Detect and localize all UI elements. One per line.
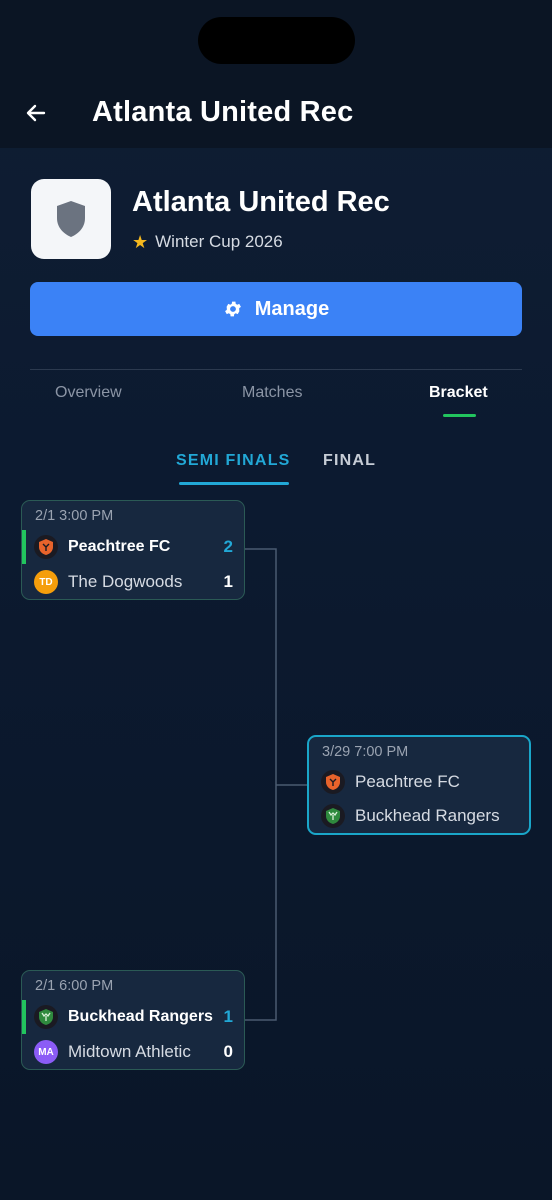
team-avatar-dogwoods: TD [34,570,58,594]
team-row-away: TD The Dogwoods 1 [22,569,244,595]
team-name-away: The Dogwoods [68,572,183,591]
winner-indicator [22,1000,26,1034]
match-card-final[interactable]: 3/29 7:00 PM Peachtree FC Buckhead Range… [307,735,531,835]
buckhead-crest-icon [34,1005,58,1029]
team-name-away: Midtown Athletic [68,1042,191,1061]
match-time: 3/29 7:00 PM [322,744,409,760]
score-away: 1 [223,572,233,591]
team-name-home: Buckhead Rangers [68,1008,213,1025]
match-time: 2/1 6:00 PM [35,978,114,994]
score-away: 0 [223,1042,233,1061]
team-row-away: MA Midtown Athletic 0 [22,1039,244,1065]
team-row-home: Peachtree FC [309,769,529,795]
peachtree-crest-icon [321,770,345,794]
team-name-home: Peachtree FC [68,538,171,555]
score-home: 1 [223,1007,233,1026]
match-card-semi-2[interactable]: 2/1 6:00 PM Buckhead Rangers 1 MA Midtow… [21,970,245,1070]
team-row-home: Peachtree FC 2 [22,530,244,564]
team-row-home: Buckhead Rangers 1 [22,1000,244,1034]
buckhead-crest-icon [321,804,345,828]
winner-indicator [22,530,26,564]
match-time: 2/1 3:00 PM [35,508,114,524]
team-name-home: Peachtree FC [355,772,460,791]
score-home: 2 [223,537,233,556]
peachtree-crest-icon [34,535,58,559]
team-name-away: Buckhead Rangers [355,806,500,825]
team-avatar-midtown: MA [34,1040,58,1064]
team-row-away: Buckhead Rangers [309,803,529,829]
match-card-semi-1[interactable]: 2/1 3:00 PM Peachtree FC 2 TD The Dogwoo… [21,500,245,600]
